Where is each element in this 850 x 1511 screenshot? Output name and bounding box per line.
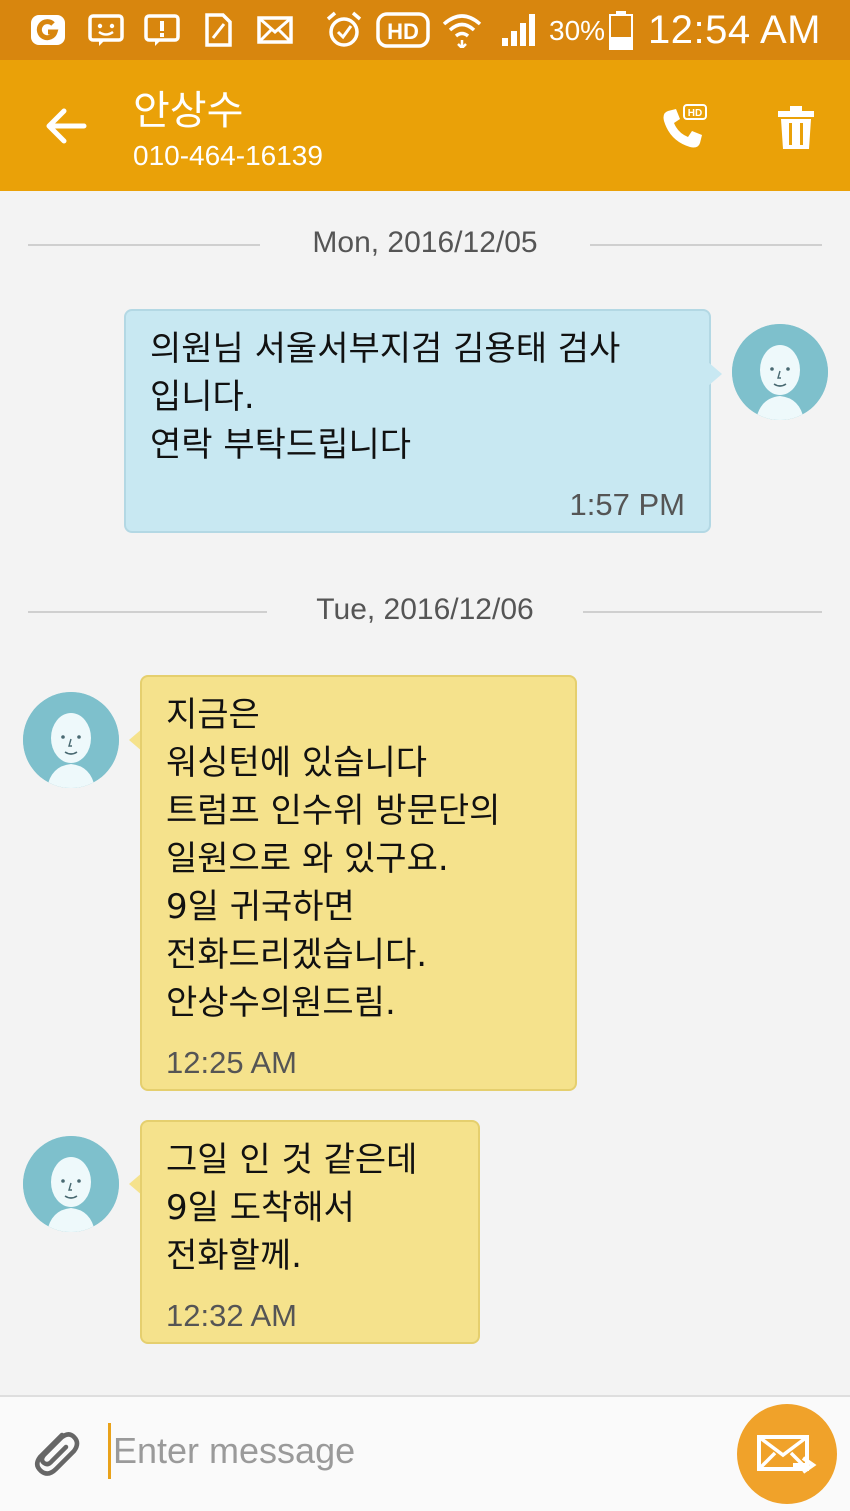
received-message-bubble[interactable]: 지금은 워싱턴에 있습니다 트럼프 인수위 방문단의 일원으로 와 있구요. 9… [140, 675, 577, 1091]
date-label: Tue, 2016/12/06 [316, 593, 534, 626]
message-composer [0, 1395, 850, 1511]
message-time: 1:57 PM [569, 487, 685, 522]
bubble-tail [708, 362, 722, 386]
sim-icon [200, 12, 236, 48]
avatar[interactable] [732, 324, 828, 420]
attach-button[interactable] [24, 1421, 84, 1481]
back-arrow-icon [46, 108, 87, 144]
message-text: 지금은 워싱턴에 있습니다 트럼프 인수위 방문단의 일원으로 와 있구요. 9… [166, 695, 501, 1023]
contact-avatar-icon [23, 692, 119, 788]
hd-call-button[interactable]: HD [655, 100, 711, 156]
contact-avatar-icon [23, 1136, 119, 1232]
message-text: 그일 인 것 같은데 9일 도착해서 전화할께. [166, 1140, 418, 1276]
battery-percent: 30% [549, 15, 606, 46]
messenger-icon [86, 12, 126, 48]
wifi-icon [440, 12, 484, 48]
alarm-icon [322, 11, 366, 48]
svg-text:HD: HD [688, 108, 702, 119]
send-message-icon [757, 1435, 817, 1474]
send-button[interactable] [737, 1404, 837, 1504]
contact-name: 안상수 [133, 88, 244, 134]
trash-icon [778, 106, 814, 149]
sent-message-bubble[interactable]: 의원님 서울서부지검 김용태 검사 입니다. 연락 부탁드립니다 1:57 PM [124, 309, 711, 533]
contact-avatar-icon [732, 324, 828, 420]
date-label: Mon, 2016/12/05 [312, 226, 538, 259]
conversation-header: 안상수 010-464-16139 HD [0, 60, 850, 191]
svg-text:HD: HD [387, 19, 419, 44]
mail-icon [255, 12, 295, 48]
hd-call-icon: HD [663, 104, 707, 148]
signal-icon [496, 12, 540, 48]
avatar[interactable] [23, 692, 119, 788]
message-time: 12:25 AM [166, 1045, 297, 1080]
message-time: 12:32 AM [166, 1298, 297, 1333]
status-time: 12:54 AM [648, 8, 822, 52]
status-bar: HD 30% 12:54 AM [0, 0, 850, 60]
avatar[interactable] [23, 1136, 119, 1232]
contact-number: 010-464-16139 [133, 140, 323, 171]
date-divider: Tue, 2016/12/06 [28, 591, 822, 631]
message-input[interactable] [108, 1423, 708, 1479]
back-button[interactable] [40, 100, 92, 152]
messaging-screen: HD 30% 12:54 AM 안상수 010-464-16139 HD Mon… [0, 0, 850, 1511]
message-text: 의원님 서울서부지검 김용태 검사 입니다. 연락 부탁드립니다 [150, 329, 621, 465]
alert-icon [142, 12, 182, 48]
hd-voice-icon: HD [376, 12, 430, 48]
received-message-bubble[interactable]: 그일 인 것 같은데 9일 도착해서 전화할께. 12:32 AM [140, 1120, 480, 1344]
paperclip-icon [35, 1432, 80, 1476]
delete-conversation-button[interactable] [768, 100, 824, 156]
battery-icon [606, 11, 636, 50]
date-divider: Mon, 2016/12/05 [28, 224, 822, 264]
carrier-app-icon [28, 12, 68, 48]
